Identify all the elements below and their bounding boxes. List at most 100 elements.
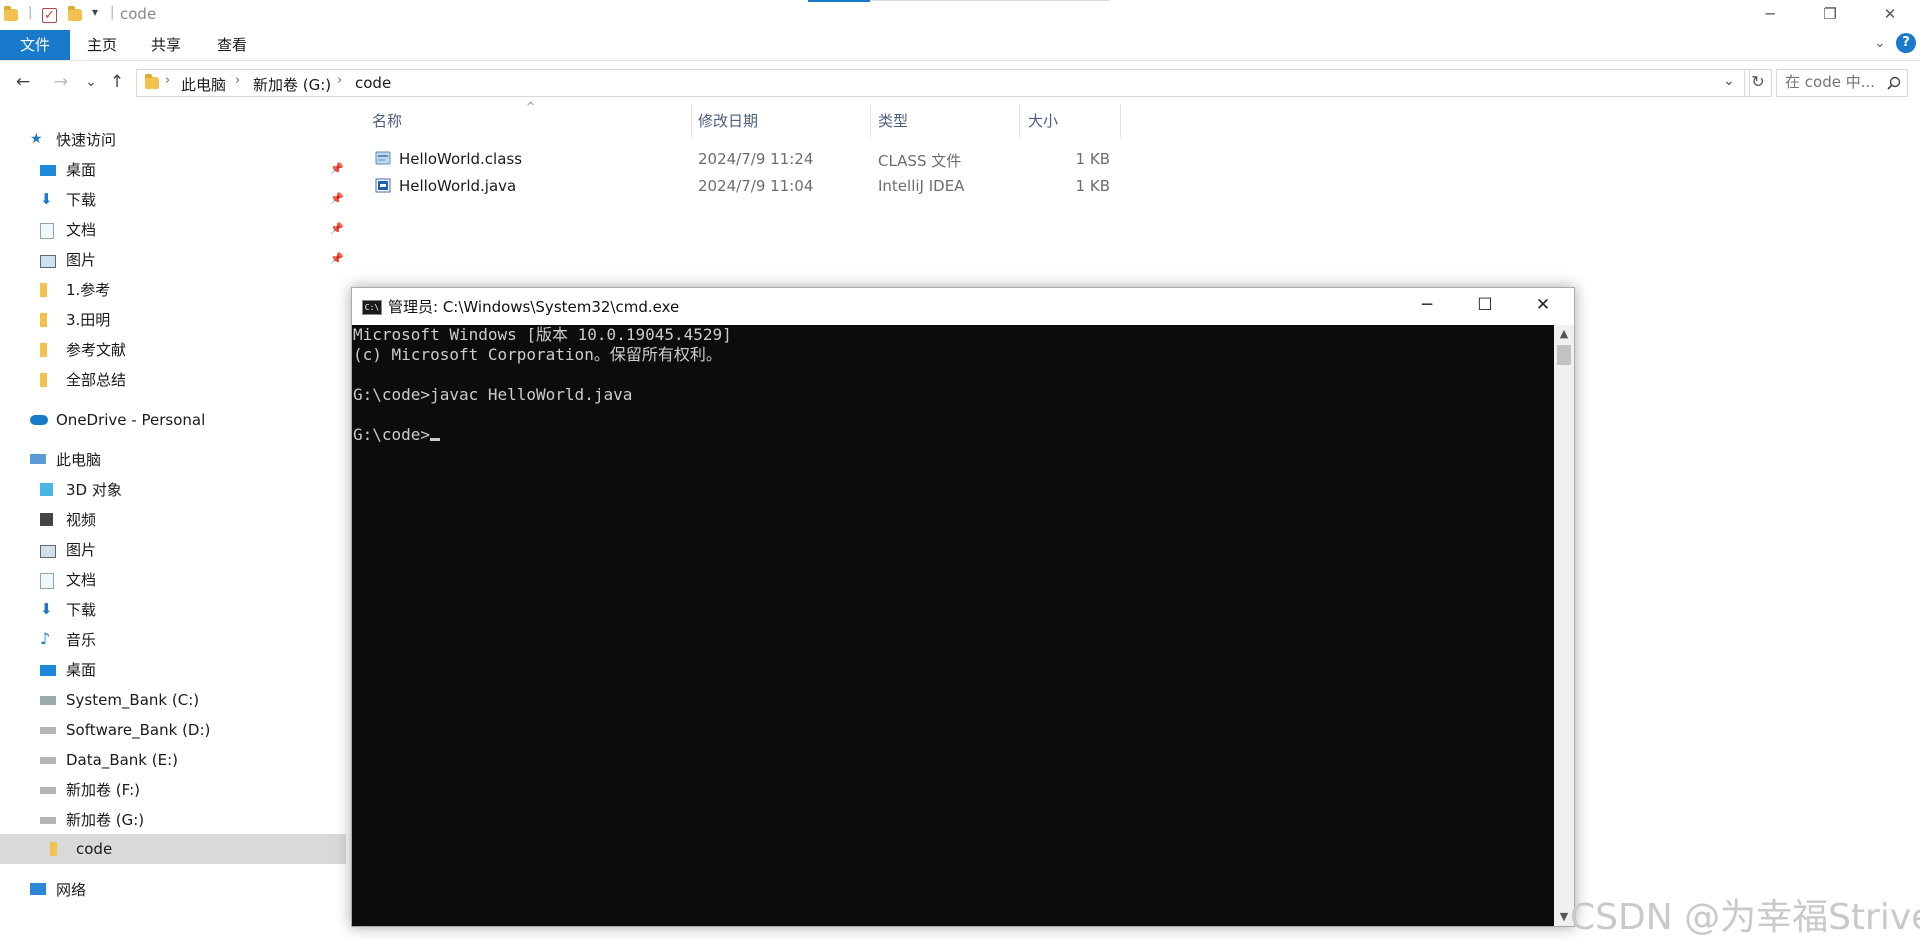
tab-file[interactable]: 文件 — [0, 30, 70, 60]
watermark: CSDN @为幸福Strive — [1570, 897, 1920, 938]
sidebar-item-label: 新加卷 (G:) — [66, 811, 145, 829]
cube-icon — [40, 483, 53, 496]
network-icon — [30, 883, 46, 895]
restore-button[interactable]: ❐ — [1806, 0, 1854, 30]
console-prompt[interactable]: G:\code> — [353, 425, 441, 445]
file-type: IntelliJ IDEA — [878, 177, 965, 195]
file-name: HelloWorld.java — [399, 177, 517, 195]
cmd-title-bar[interactable]: C:\ 管理员: C:\Windows\System32\cmd.exe ─ ☐… — [352, 288, 1574, 324]
drive-icon — [40, 757, 56, 764]
column-divider[interactable] — [870, 104, 871, 138]
cmd-minimize-button[interactable]: ─ — [1398, 288, 1456, 324]
table-row[interactable]: HelloWorld.class 2024/7/9 11:24 CLASS 文件… — [370, 146, 1120, 172]
column-header-modified[interactable]: 修改日期 — [698, 110, 758, 131]
pin-icon[interactable]: 📌 — [330, 192, 344, 205]
cmd-app-icon: C:\ — [362, 300, 382, 315]
explorer-title-bar: | ✓ ▾ | code ─ ❐ ✕ — [0, 0, 1920, 30]
separator: | — [110, 5, 115, 20]
back-button[interactable]: ← — [12, 71, 34, 93]
new-folder-icon[interactable] — [68, 6, 82, 21]
pin-icon[interactable]: 📌 — [330, 252, 344, 265]
console-line: (c) Microsoft Corporation。保留所有权利。 — [353, 345, 722, 364]
breadcrumb-separator: › — [235, 73, 241, 88]
table-row[interactable]: HelloWorld.java 2024/7/9 11:04 IntelliJ … — [370, 173, 1120, 199]
search-icon[interactable] — [1887, 76, 1901, 90]
tab-share[interactable]: 共享 — [144, 30, 188, 60]
ribbon-expand-icon[interactable]: ⌄ — [1874, 35, 1886, 51]
column-header-type[interactable]: 类型 — [878, 110, 908, 131]
column-divider[interactable] — [1120, 104, 1121, 138]
console-output[interactable]: Microsoft Windows [版本 10.0.19045.4529] (… — [352, 325, 1554, 926]
search-input[interactable] — [1777, 70, 1885, 94]
scroll-up-icon[interactable]: ▲ — [1554, 325, 1574, 343]
console-line: G:\code>javac HelloWorld.java — [353, 385, 633, 404]
cmd-scrollbar[interactable]: ▲ ▼ — [1554, 325, 1574, 926]
ribbon-tabs: 文件 主页 共享 查看 ⌄ ? — [0, 30, 1920, 61]
pin-icon[interactable]: 📌 — [330, 222, 344, 235]
desktop-icon — [40, 165, 56, 176]
sidebar-item-label: 网络 — [56, 881, 87, 899]
system-drive-icon — [40, 696, 56, 705]
sidebar-item-label: 图片 — [66, 541, 97, 559]
sidebar-item-label: 3D 对象 — [66, 481, 122, 499]
title-accent-line — [808, 0, 870, 2]
drive-icon — [40, 727, 56, 734]
pin-icon[interactable]: 📌 — [330, 162, 344, 175]
forward-button[interactable]: → — [50, 71, 72, 93]
sidebar-item-label: 桌面 — [66, 161, 97, 179]
quick-access-dropdown-icon[interactable]: ▾ — [92, 5, 98, 19]
refresh-icon[interactable]: ↻ — [1744, 69, 1772, 97]
tab-view[interactable]: 查看 — [210, 30, 254, 60]
cmd-close-button[interactable]: ✕ — [1514, 288, 1572, 324]
sidebar-item-label: System_Bank (C:) — [66, 691, 200, 709]
file-modified: 2024/7/9 11:24 — [698, 150, 814, 168]
address-bar[interactable]: › 此电脑 › 新加卷 (G:) › code ⌄ — [136, 69, 1750, 97]
star-icon: ★ — [30, 131, 43, 147]
column-header-size[interactable]: 大小 — [1028, 110, 1058, 131]
column-header-name[interactable]: 名称 — [372, 110, 402, 131]
column-divider[interactable] — [691, 104, 692, 138]
address-dropdown-icon[interactable]: ⌄ — [1723, 73, 1735, 89]
sidebar-item-label: 快速访问 — [56, 131, 117, 149]
properties-check-icon[interactable]: ✓ — [42, 8, 57, 23]
sidebar-item-label: 桌面 — [66, 661, 97, 679]
breadcrumb-this-pc[interactable]: 此电脑 — [181, 74, 226, 95]
cmd-window-title: 管理员: C:\Windows\System32\cmd.exe — [388, 298, 680, 316]
download-icon: ⬇ — [40, 190, 53, 208]
breadcrumb-separator: › — [337, 73, 343, 88]
sidebar-item-label: 视频 — [66, 511, 97, 529]
window-title: code — [120, 5, 157, 23]
sidebar-item-label: 3.田明 — [66, 311, 111, 329]
file-size: 1 KB — [1075, 177, 1110, 195]
sidebar-item-label: code — [76, 840, 113, 858]
folder-icon — [4, 6, 18, 21]
close-button[interactable]: ✕ — [1866, 0, 1914, 30]
breadcrumb-code[interactable]: code — [355, 74, 391, 92]
recent-locations-button[interactable]: ⌄ — [80, 71, 102, 93]
navigation-pane: ★ 快速访问 桌面 📌 ⬇ 下载 📌 文档 📌 图片 📌 1.参考 3.田明 参考文献 全部总结 OneDri… — [0, 120, 348, 939]
cmd-maximize-button[interactable]: ☐ — [1456, 288, 1514, 324]
scroll-thumb[interactable] — [1557, 345, 1571, 365]
text-cursor — [430, 438, 441, 441]
sidebar-item-label: 1.参考 — [66, 281, 111, 299]
breadcrumb-separator: › — [165, 73, 171, 88]
tab-home[interactable]: 主页 — [80, 30, 124, 60]
folder-icon — [40, 343, 47, 357]
sidebar-item-label: Data_Bank (E:) — [66, 751, 178, 769]
java-file-icon — [375, 178, 391, 193]
download-icon: ⬇ — [40, 600, 53, 618]
minimize-button[interactable]: ─ — [1746, 0, 1794, 30]
file-type: CLASS 文件 — [878, 152, 962, 170]
search-box[interactable] — [1776, 69, 1908, 97]
sidebar-item-label: 音乐 — [66, 631, 97, 649]
file-size: 1 KB — [1075, 150, 1110, 168]
up-button[interactable]: ↑ — [106, 71, 128, 93]
sidebar-item-label: 新加卷 (F:) — [66, 781, 140, 799]
cmd-window[interactable]: C:\ 管理员: C:\Windows\System32\cmd.exe ─ ☐… — [351, 287, 1575, 927]
sort-ascending-icon: ^ — [526, 100, 536, 113]
drive-icon — [40, 817, 56, 824]
column-divider[interactable] — [1019, 104, 1020, 138]
help-icon[interactable]: ? — [1896, 33, 1916, 53]
navigation-bar: ← → ⌄ ↑ › 此电脑 › 新加卷 (G:) › code ⌄ ↻ — [0, 60, 1920, 104]
breadcrumb-drive-g[interactable]: 新加卷 (G:) — [253, 74, 331, 95]
